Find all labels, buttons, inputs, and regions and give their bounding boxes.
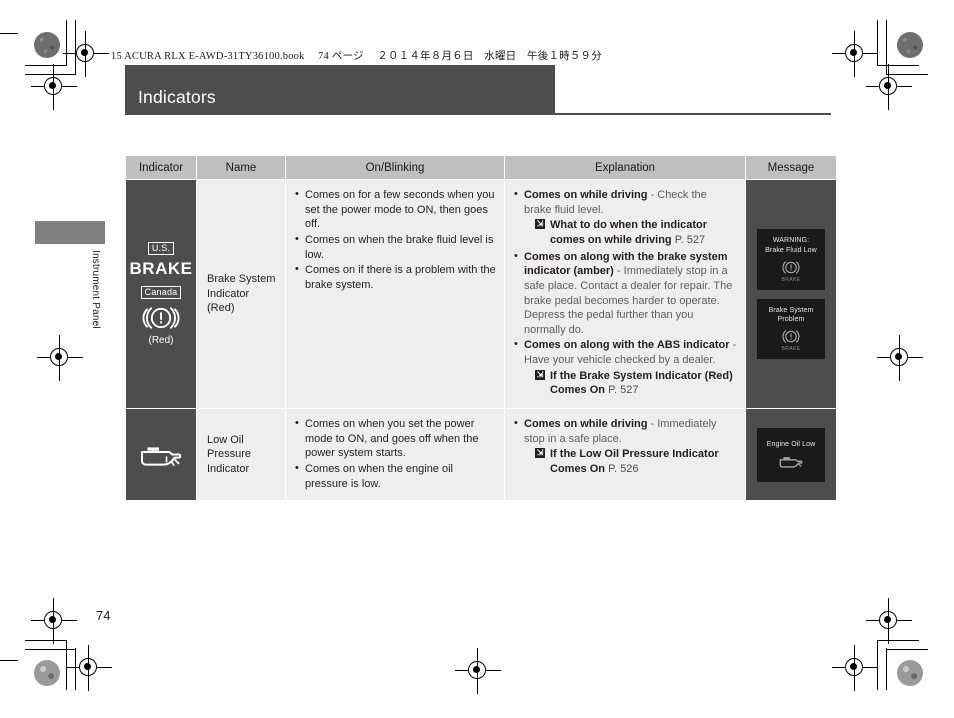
registration-cross-top-left-lower [31, 64, 77, 110]
reference-page: P. 527 [674, 233, 706, 246]
list-item: Comes on when you set the power mode to … [294, 416, 496, 461]
crop-line-br-v1 [877, 640, 879, 690]
crop-line-bl-v2 [75, 648, 77, 690]
indicator-color-note: (Red) [148, 335, 174, 347]
registration-cross-bottom-center [455, 648, 501, 694]
registration-cross-top-right-lower [866, 64, 912, 110]
indicators-table: Indicator Name On/Blinking Explanation M… [125, 155, 837, 501]
column-header-name: Name [197, 156, 285, 179]
cross-reference: ⇲ If the Low Oil Pressure Indicator Comes… [524, 447, 737, 476]
halftone-dot-top-left [34, 32, 60, 58]
reference-page: P. 526 [608, 463, 639, 476]
list-item: Comes on while driving - Immediately sto… [513, 416, 737, 477]
reference-arrow-icon: ⇲ [535, 219, 545, 230]
book-meta-line: 15 ACURA RLX E-AWD-31TY36100.book 74 ページ… [111, 51, 602, 62]
chapter-title-band: Indicators [125, 65, 555, 114]
indicator-name-brake: Brake System Indicator (Red) [197, 180, 285, 409]
section-tab-label: Instrument Panel [90, 250, 101, 329]
table-row: U.S. BRAKE Canada (Red) Brake System Ind… [126, 180, 836, 409]
list-item: Comes on along with the brake system ind… [513, 249, 737, 338]
on-blinking-brake: Comes on for a few seconds when you set … [286, 180, 504, 409]
crop-line-tr-h2 [886, 74, 928, 76]
crop-line-top-edge [0, 33, 18, 35]
reference-arrow-icon: ⇲ [535, 369, 545, 380]
reference-arrow-icon: ⇲ [535, 448, 545, 459]
message-display-panel: WARNING: Brake Fluid Low BRAKE [757, 229, 825, 290]
crop-line-tr-v1 [877, 20, 879, 66]
region-badge-canada: Canada [140, 285, 182, 300]
list-item: Comes on along with the ABS indicator - … [513, 337, 737, 398]
table-header-row: Indicator Name On/Blinking Explanation M… [126, 156, 836, 179]
low-oil-pressure-icon [128, 440, 194, 470]
column-header-indicator: Indicator [126, 156, 196, 179]
crop-line-bl-h2 [25, 649, 76, 651]
brake-system-icon [128, 303, 194, 333]
registration-cross-bottom-left [31, 598, 77, 644]
cross-reference: ⇲ If the Brake System Indicator (Red) Com… [524, 369, 737, 398]
explanation-lead: Comes on while driving [524, 418, 648, 431]
registration-cross-bottom-right [832, 645, 878, 691]
indicator-graphic-oil [126, 409, 196, 501]
explanation-oil: Comes on while driving - Immediately sto… [505, 409, 745, 501]
halftone-dot-top-right [897, 32, 923, 58]
message-line: Brake System [768, 306, 814, 314]
indicator-name-oil: Low Oil Pressure Indicator [197, 409, 285, 501]
brake-word-label: BRAKE [129, 259, 193, 279]
crop-line-tl-v2 [75, 20, 77, 75]
reference-text: If the Brake System Indicator (Red) Come… [550, 369, 733, 397]
list-item: Comes on while driving - Check the brake… [513, 187, 737, 248]
table-row: Low Oil Pressure Indicator Comes on when… [126, 409, 836, 501]
explanation-brake: Comes on while driving - Check the brake… [505, 180, 745, 409]
cross-reference: ⇲ What to do when the indicator comes on … [524, 218, 737, 247]
brake-system-icon [760, 328, 822, 345]
message-display-panel: Brake System Problem BRAKE [757, 298, 825, 359]
page-title: Indicators [138, 87, 216, 107]
column-header-explanation: Explanation [505, 156, 745, 179]
crop-line-tr-h1 [877, 65, 919, 67]
crop-line-tl-h2 [25, 74, 76, 76]
registration-cross-mid-right [877, 335, 923, 381]
message-displays-brake: WARNING: Brake Fluid Low BRAKE Brake Sys… [746, 180, 836, 409]
region-badge-us: U.S. [147, 241, 175, 255]
halftone-dot-bottom-left [34, 660, 60, 686]
message-line: Engine Oil Low [766, 440, 816, 448]
indicator-graphic-brake: U.S. BRAKE Canada (Red) [126, 180, 196, 409]
crop-line-bl-h1 [25, 640, 67, 642]
message-line: Problem [777, 315, 805, 323]
on-blinking-oil: Comes on when you set the power mode to … [286, 409, 504, 501]
registration-cross-bottom-left-inner [66, 645, 112, 691]
crop-line-br-h1 [877, 640, 919, 642]
crop-line-bl-v1 [66, 640, 68, 690]
reference-page: P. 527 [608, 384, 639, 397]
message-line: Brake Fluid Low [765, 246, 817, 254]
title-underline-rule [125, 113, 831, 115]
list-item: Comes on when the engine oil pressure is… [294, 461, 496, 491]
crop-line-tl-v1 [66, 20, 68, 66]
brake-system-icon [760, 259, 822, 276]
halftone-dot-bottom-right [897, 660, 923, 686]
crop-line-br-h2 [886, 649, 928, 651]
page-number: 74 [96, 608, 111, 623]
list-item: Comes on when the brake fluid level is l… [294, 232, 496, 262]
low-oil-pressure-icon [760, 453, 822, 470]
crop-line-tl-h1 [25, 65, 67, 67]
registration-cross-mid-left [37, 335, 83, 381]
crop-line-tr-v2 [886, 20, 888, 75]
message-icon-label: BRAKE [781, 346, 801, 353]
registration-cross-bottom-right-upper [866, 598, 912, 644]
list-item: Comes on for a few seconds when you set … [294, 187, 496, 232]
message-icon-label: BRAKE [781, 276, 801, 283]
message-displays-oil: Engine Oil Low [746, 409, 836, 501]
section-tab-block [35, 221, 105, 244]
message-line: WARNING: [772, 237, 810, 245]
column-header-message: Message [746, 156, 836, 179]
column-header-on-blinking: On/Blinking [286, 156, 504, 179]
explanation-lead: Comes on along with the ABS indicator [524, 339, 730, 352]
crop-line-br-v2 [886, 648, 888, 690]
explanation-lead: Comes on while driving [524, 189, 648, 201]
list-item: Comes on if there is a problem with the … [294, 262, 496, 292]
crop-line-bottom-edge [0, 660, 18, 662]
message-display-panel: Engine Oil Low [757, 427, 825, 482]
